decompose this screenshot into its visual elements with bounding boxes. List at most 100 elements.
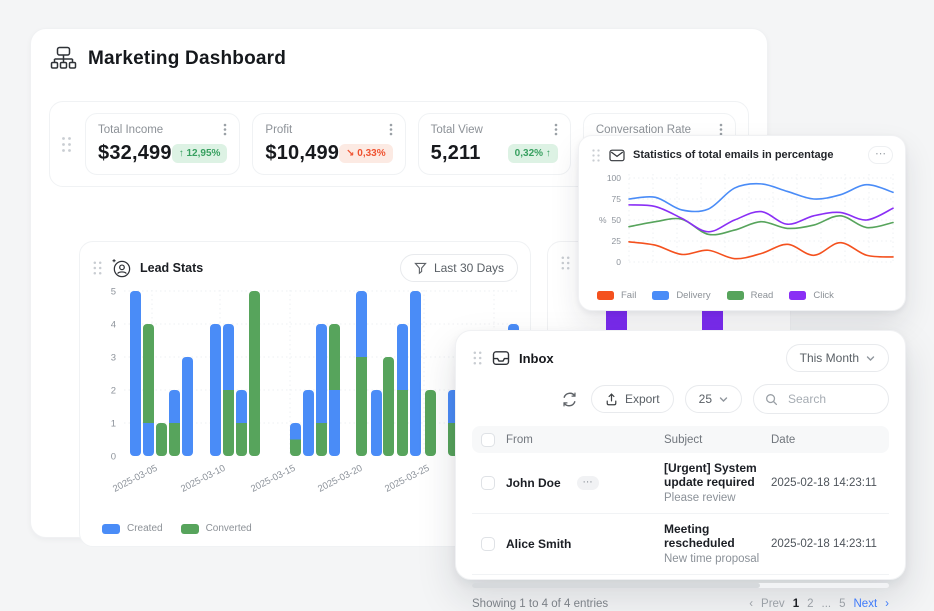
- prev-button[interactable]: Prev: [761, 598, 785, 610]
- page-5-button[interactable]: 5: [839, 598, 845, 610]
- chevron-down-icon: [719, 396, 728, 403]
- stat-card-profit: Profit $10,499 ↘ 0,33%: [252, 113, 405, 175]
- svg-text:75: 75: [612, 194, 622, 204]
- row-actions-badge[interactable]: ⋯: [577, 476, 599, 490]
- subject-text: [Urgent] System update required: [664, 461, 771, 489]
- period-label: This Month: [800, 351, 859, 365]
- prev-chevron-icon[interactable]: ‹: [749, 598, 753, 610]
- inbox-table: From Subject Date John Doe ⋯ [Urgent] Sy…: [472, 426, 889, 575]
- legend-swatch: [597, 291, 614, 300]
- stat-card-total-income: Total Income $32,499 ↑ 12,95%: [85, 113, 240, 175]
- user-sparkle-icon: [111, 258, 132, 279]
- svg-text:2025-03-10: 2025-03-10: [179, 463, 227, 495]
- search-input[interactable]: [786, 391, 874, 407]
- row-checkbox[interactable]: [481, 537, 495, 551]
- page-size-dropdown[interactable]: 25: [685, 385, 742, 413]
- svg-text:2025-03-20: 2025-03-20: [316, 463, 364, 495]
- stat-value: 5,211: [431, 142, 481, 165]
- legend-item: Created: [102, 523, 163, 534]
- table-header-row: From Subject Date: [472, 426, 889, 453]
- kebab-menu-icon[interactable]: [554, 123, 558, 136]
- legend-swatch: [727, 291, 744, 300]
- column-header-date: Date: [771, 434, 889, 446]
- svg-text:2025-03-15: 2025-03-15: [249, 463, 297, 495]
- refresh-button[interactable]: [559, 389, 580, 410]
- entries-summary: Showing 1 to 4 of 4 entries: [472, 598, 608, 610]
- last-30-days-filter-button[interactable]: Last 30 Days: [400, 254, 518, 282]
- drag-handle-icon[interactable]: [60, 135, 73, 154]
- date-value: 2025-02-18 14:23:11: [771, 477, 889, 489]
- table-row[interactable]: Alice Smith Meeting rescheduled New time…: [472, 514, 889, 575]
- svg-text:4: 4: [111, 320, 116, 331]
- trend-badge: 0,32% ↑: [508, 144, 558, 163]
- svg-text:2025-03-05: 2025-03-05: [111, 463, 159, 495]
- svg-text:3: 3: [111, 353, 116, 364]
- legend-item: Click: [789, 290, 834, 301]
- next-chevron-icon[interactable]: ›: [885, 598, 889, 610]
- legend-swatch: [102, 524, 120, 534]
- page-size-value: 25: [699, 392, 712, 406]
- stat-card-total-view: Total View 5,211 0,32% ↑: [418, 113, 571, 175]
- legend-swatch: [789, 291, 806, 300]
- select-all-checkbox[interactable]: [481, 433, 495, 447]
- chevron-down-icon: [866, 355, 875, 362]
- svg-text:%: %: [599, 215, 607, 225]
- trend-badge: ↑ 12,95%: [172, 144, 228, 163]
- email-stats-card: Statistics of total emails in percentage…: [578, 135, 906, 311]
- svg-text:2: 2: [111, 386, 116, 397]
- next-button[interactable]: Next: [854, 598, 878, 610]
- filter-label: Last 30 Days: [434, 261, 504, 275]
- svg-text:2025-03-25: 2025-03-25: [383, 463, 431, 495]
- row-checkbox[interactable]: [481, 476, 495, 490]
- funnel-icon: [414, 262, 427, 275]
- page-ellipsis: ...: [822, 598, 832, 610]
- trend-badge: ↘ 0,33%: [339, 144, 393, 163]
- svg-text:50: 50: [612, 215, 622, 225]
- legend-label: Converted: [206, 523, 252, 534]
- legend-item: Fail: [597, 290, 636, 301]
- legend-label: Click: [813, 290, 834, 301]
- search-box[interactable]: [753, 384, 889, 414]
- inbox-tray-icon: [492, 350, 510, 366]
- legend-item: Read: [727, 290, 774, 301]
- kebab-menu-icon[interactable]: [389, 123, 393, 136]
- ellipsis-menu-icon[interactable]: ⋯: [868, 146, 893, 164]
- lead-stats-legend: Created Converted: [102, 523, 252, 534]
- stat-title: Profit: [265, 124, 292, 136]
- period-dropdown[interactable]: This Month: [786, 344, 889, 372]
- column-header-from: From: [506, 434, 664, 446]
- legend-item: Delivery: [652, 290, 710, 301]
- svg-text:25: 25: [612, 236, 622, 246]
- table-row[interactable]: John Doe ⋯ [Urgent] System update requir…: [472, 453, 889, 514]
- export-icon: [605, 392, 618, 406]
- refresh-icon: [561, 391, 578, 408]
- drag-handle-icon[interactable]: [560, 255, 571, 271]
- drag-handle-icon[interactable]: [591, 148, 601, 163]
- page-2-button[interactable]: 2: [807, 598, 813, 610]
- inbox-title: Inbox: [519, 351, 554, 366]
- svg-text:0: 0: [111, 452, 116, 463]
- svg-text:5: 5: [111, 287, 116, 298]
- email-stats-line-chart: 0255075100%: [585, 166, 901, 278]
- subject-preview: Please review: [664, 492, 771, 504]
- envelope-icon: [609, 149, 625, 162]
- svg-text:0: 0: [616, 257, 621, 267]
- export-label: Export: [625, 392, 660, 406]
- legend-label: Created: [127, 523, 163, 534]
- drag-handle-icon[interactable]: [92, 260, 103, 276]
- legend-label: Read: [751, 290, 774, 301]
- lead-stats-title: Lead Stats: [140, 261, 203, 275]
- kebab-menu-icon[interactable]: [223, 123, 227, 136]
- search-icon: [765, 393, 778, 406]
- sitemap-icon: [49, 45, 78, 72]
- stat-title: Total Income: [98, 124, 163, 136]
- export-button[interactable]: Export: [591, 385, 674, 413]
- scrollbar-thumb[interactable]: [472, 583, 760, 588]
- horizontal-scrollbar[interactable]: [472, 583, 889, 588]
- stat-value: $10,499: [265, 142, 339, 165]
- stat-title: Conversation Rate: [596, 124, 691, 136]
- legend-swatch: [181, 524, 199, 534]
- page-1-button[interactable]: 1: [793, 598, 799, 610]
- legend-item: Converted: [181, 523, 252, 534]
- drag-handle-icon[interactable]: [472, 350, 483, 366]
